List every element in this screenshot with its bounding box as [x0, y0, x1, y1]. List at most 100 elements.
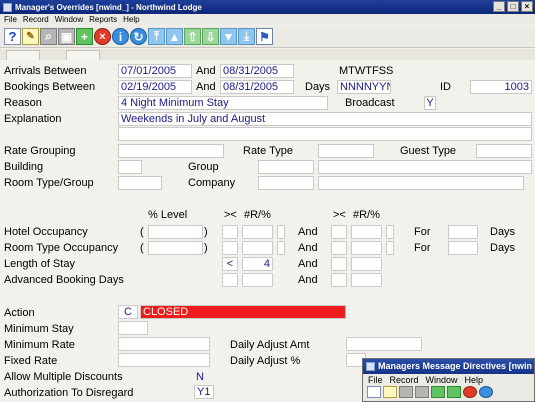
menu-help[interactable]: Help [123, 14, 139, 25]
bookings-to-field[interactable]: 08/31/2005 [220, 80, 294, 94]
room-type-occupancy-pct-2-field[interactable] [386, 241, 394, 255]
arrivals-to-field[interactable]: 08/31/2005 [220, 64, 294, 78]
explanation-field-line-2[interactable] [118, 127, 532, 141]
days-field[interactable]: NNNNYYN [337, 80, 391, 94]
refresh-icon[interactable]: ↻ [130, 28, 147, 45]
length-of-stay-cmp-field[interactable]: < [222, 257, 238, 271]
note-icon[interactable]: ✎ [22, 28, 39, 45]
guest-type-field[interactable] [476, 144, 532, 158]
dialog-find-icon[interactable] [399, 386, 413, 398]
dialog-save-icon[interactable] [415, 386, 429, 398]
next-record-icon[interactable]: ▼ [220, 28, 237, 45]
hotel-occupancy-rooms-2-field[interactable] [351, 225, 382, 239]
reason-field[interactable]: 4 Night Minimum Stay [118, 96, 328, 110]
room-type-occupancy-close-paren: ) [204, 242, 208, 254]
dialog-delete-icon[interactable] [463, 386, 477, 398]
minimum-rate-field[interactable] [118, 337, 210, 351]
hotel-occupancy-days-field[interactable] [448, 225, 478, 239]
message-directives-window[interactable]: Managers Message Directives [nwin File R… [362, 358, 535, 402]
last-record-icon[interactable]: ⤓ [238, 28, 255, 45]
menu-file[interactable]: File [4, 14, 17, 25]
bookings-and-label: And [196, 81, 216, 93]
rate-grouping-field[interactable] [118, 144, 224, 158]
building-field[interactable] [118, 160, 142, 174]
arrivals-from-field[interactable]: 07/01/2005 [118, 64, 192, 78]
dialog-menu-help[interactable]: Help [465, 374, 484, 386]
dialog-menu-file[interactable]: File [368, 374, 383, 386]
dialog-note-icon[interactable] [383, 386, 397, 398]
hotel-occupancy-pct-1-field[interactable] [277, 225, 285, 239]
comparison-header-2: >< [333, 209, 346, 221]
page-up-icon[interactable]: ⇧ [184, 28, 201, 45]
menu-window[interactable]: Window [55, 14, 83, 25]
rate-type-field[interactable] [318, 144, 374, 158]
action-status-field[interactable]: CLOSED [140, 305, 346, 319]
add-record-icon[interactable]: + [76, 28, 93, 45]
daily-adjust-pct-label: Daily Adjust % [230, 355, 301, 367]
room-type-occupancy-level-field[interactable] [148, 241, 203, 255]
close-button[interactable]: × [521, 1, 533, 12]
length-of-stay-value-2-field[interactable] [351, 257, 382, 271]
hotel-occupancy-level-field[interactable] [148, 225, 203, 239]
hotel-occupancy-label: Hotel Occupancy [4, 226, 88, 238]
daily-adjust-amt-field[interactable] [346, 337, 422, 351]
dialog-help-icon[interactable] [367, 386, 381, 398]
page-down-icon[interactable]: ⇩ [202, 28, 219, 45]
hotel-occupancy-cmp-1-field[interactable] [222, 225, 238, 239]
dialog-add-icon[interactable] [431, 386, 445, 398]
hotel-occupancy-pct-2-field[interactable] [386, 225, 394, 239]
tab-1[interactable] [6, 50, 40, 60]
rooms-percent-header-2: #R/% [353, 209, 380, 221]
advanced-booking-value-2-field[interactable] [351, 273, 382, 287]
menu-record[interactable]: Record [23, 14, 49, 25]
authorization-to-disregard-field[interactable]: Y1 [194, 385, 214, 399]
broadcast-field[interactable]: Y [424, 96, 436, 110]
message-directives-title-bar[interactable]: Managers Message Directives [nwin [363, 359, 534, 374]
action-label: Action [4, 307, 35, 319]
menu-reports[interactable]: Reports [89, 14, 117, 25]
authorization-to-disregard-label: Authorization To Disregard [4, 387, 134, 399]
room-type-occupancy-and-label: And [298, 242, 318, 254]
length-of-stay-cmp-2-field[interactable] [331, 257, 347, 271]
room-type-occupancy-cmp-1-field[interactable] [222, 241, 238, 255]
dialog-info-icon[interactable] [479, 386, 493, 398]
length-of-stay-value-field[interactable]: 4 [242, 257, 273, 271]
room-type-group-field[interactable] [118, 176, 162, 190]
window-title: Manager's Overrides [nwind_] - Northwind… [15, 2, 202, 12]
dialog-add-2-icon[interactable] [447, 386, 461, 398]
group-description-field[interactable] [318, 160, 532, 174]
help-button[interactable]: ? [4, 28, 21, 45]
dialog-menu-window[interactable]: Window [426, 374, 458, 386]
company-description-field[interactable] [318, 176, 524, 190]
minimum-stay-field[interactable] [118, 321, 148, 335]
fixed-rate-field[interactable] [118, 353, 210, 367]
first-record-icon[interactable]: ⤒ [148, 28, 165, 45]
advanced-booking-value-field[interactable] [242, 273, 273, 287]
action-code-field[interactable]: C [118, 305, 138, 319]
save-icon[interactable]: ▣ [58, 28, 75, 45]
hotel-occupancy-rooms-1-field[interactable] [242, 225, 273, 239]
delete-record-icon[interactable]: × [94, 28, 111, 45]
allow-multiple-discounts-value[interactable]: N [196, 371, 204, 384]
room-type-occupancy-rooms-2-field[interactable] [351, 241, 382, 255]
advanced-booking-cmp-field[interactable] [222, 273, 238, 287]
previous-record-icon[interactable]: ▲ [166, 28, 183, 45]
room-type-occupancy-pct-1-field[interactable] [277, 241, 285, 255]
room-type-occupancy-days-field[interactable] [448, 241, 478, 255]
explanation-field[interactable]: Weekends in July and August [118, 112, 532, 126]
minimize-button[interactable]: _ [493, 1, 505, 12]
dialog-menu-record[interactable]: Record [390, 374, 419, 386]
room-type-occupancy-cmp-2-field[interactable] [331, 241, 347, 255]
bookings-from-field[interactable]: 02/19/2005 [118, 80, 192, 94]
info-icon[interactable]: i [112, 28, 129, 45]
company-field[interactable] [258, 176, 314, 190]
room-type-occupancy-rooms-1-field[interactable] [242, 241, 273, 255]
id-field[interactable]: 1003 [470, 80, 532, 94]
tab-2[interactable] [66, 50, 100, 60]
flag-icon[interactable]: ⚑ [256, 28, 273, 45]
advanced-booking-cmp-2-field[interactable] [331, 273, 347, 287]
find-icon[interactable]: ⌕ [40, 28, 57, 45]
group-field[interactable] [258, 160, 314, 174]
maximize-button[interactable]: □ [507, 1, 519, 12]
hotel-occupancy-cmp-2-field[interactable] [331, 225, 347, 239]
